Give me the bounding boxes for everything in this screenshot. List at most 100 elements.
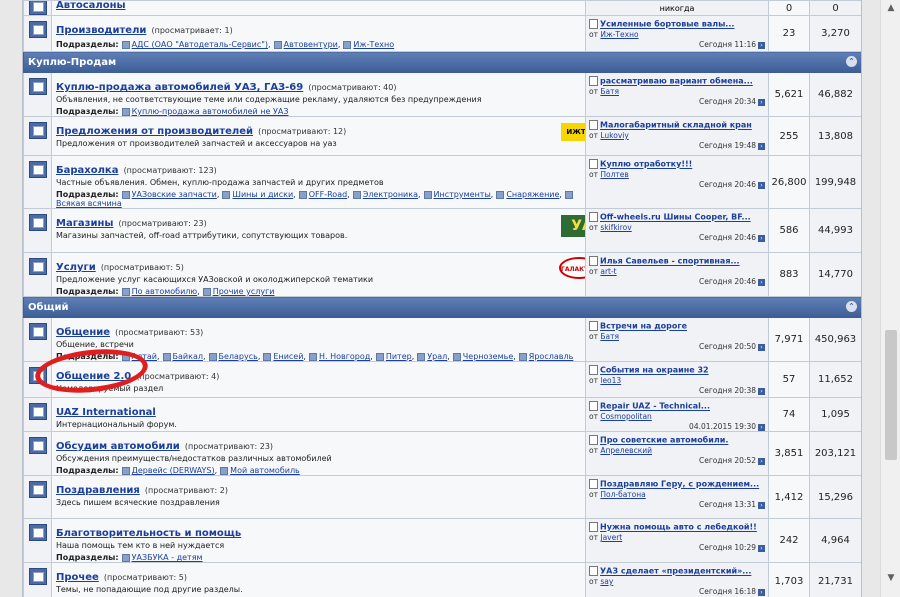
subforum-link[interactable]: УАЗовские запчасти	[132, 190, 217, 199]
last-post-link[interactable]: Усиленные бортовые валы...	[600, 20, 734, 29]
subforum-link[interactable]: Дервейс (DERWAYS)	[132, 466, 215, 475]
forum-title-link[interactable]: Предложения от производителей	[56, 126, 253, 137]
last-post-link[interactable]: Нужна помощь авто с лебедкой!!	[600, 523, 757, 532]
last-post-link[interactable]: Малогабаритный складной кран	[600, 121, 752, 130]
last-post-link[interactable]: Поздравляю Геру, с рождением...	[600, 480, 759, 489]
go-to-post-icon[interactable]: ›	[758, 544, 765, 552]
last-post-author-link[interactable]: leo13	[600, 376, 621, 385]
collapse-icon[interactable]: ⌃	[846, 301, 857, 312]
forum-title-link[interactable]: Прочее	[56, 572, 99, 583]
viewing-count: (просматривают: 40)	[308, 83, 397, 92]
subforum-link[interactable]: По автомобилю	[132, 287, 198, 296]
last-post-link[interactable]: Repair UAZ - Technical...	[600, 402, 710, 411]
last-post-author-link[interactable]: Полтев	[600, 170, 628, 179]
forum-title-link[interactable]: Услуги	[56, 262, 96, 273]
subforum-link[interactable]: Инструменты	[434, 190, 491, 199]
forum-title-link[interactable]: Производители	[56, 25, 146, 36]
subforum-link[interactable]: Всякая всячина	[56, 199, 122, 208]
subforum-link[interactable]: Енисей	[273, 352, 303, 361]
last-post-author-link[interactable]: Апрелевский	[600, 446, 652, 455]
subforum-link[interactable]: Электроника	[363, 190, 418, 199]
last-post-author-link[interactable]: skifkirov	[600, 223, 631, 232]
go-to-post-icon[interactable]: ›	[758, 142, 765, 150]
last-post-author-link[interactable]: say	[600, 577, 613, 586]
forum-title-link[interactable]: Куплю-продажа автомобилей УАЗ, ГАЗ-69	[56, 82, 303, 93]
thread-icon	[589, 19, 598, 29]
go-to-post-icon[interactable]: ›	[758, 234, 765, 242]
forum-title-link[interactable]: Поздравления	[56, 485, 140, 496]
last-post-author-link[interactable]: Пол-батона	[600, 490, 645, 499]
forum-title-link[interactable]: Автосалоны	[56, 2, 582, 12]
forum-title-link[interactable]: UAZ International	[56, 407, 156, 418]
sponsor-logo[interactable]: УАЗ	[561, 215, 585, 237]
threads-count: 586	[779, 225, 799, 236]
last-post-author-link[interactable]: Javert	[600, 533, 622, 542]
subforum-link[interactable]: Куплю-продажа автомобилей не УАЗ	[132, 107, 289, 116]
forum-title-link[interactable]: Магазины	[56, 218, 113, 229]
scrollbar[interactable]: ▲ ▼	[880, 0, 900, 597]
scroll-down-icon[interactable]: ▼	[884, 572, 898, 584]
last-post-link[interactable]: События на окраине 32	[600, 366, 709, 375]
last-post-link[interactable]: Встречи на дороге	[600, 322, 687, 331]
go-to-post-icon[interactable]: ›	[758, 181, 765, 189]
subforum-link[interactable]: Беларусь	[219, 352, 258, 361]
subforum-link[interactable]: АДС (ОАО "Автодеталь-Сервис")	[132, 40, 268, 49]
sponsor-logo[interactable]: ГАЛАКТИК	[559, 257, 585, 279]
sponsor-logo[interactable]: ИЖТЕХНО	[561, 123, 585, 141]
go-to-post-icon[interactable]: ›	[758, 98, 765, 106]
subforum-link[interactable]: Автовентури	[284, 40, 338, 49]
last-post-link[interactable]: Илья Савельев - спортивная...	[600, 257, 740, 266]
thread-icon	[589, 120, 598, 130]
forum-row: Услуги (просматривают: 5) Предложение усл…	[23, 252, 861, 297]
last-post-author-link[interactable]: Батя	[600, 87, 619, 96]
subforum-link[interactable]: Н. Новгород	[319, 352, 370, 361]
subforum-link[interactable]: Мой автомобиль	[230, 466, 300, 475]
last-post-link[interactable]: Off-wheels.ru Шины Cooper, BF...	[600, 213, 751, 222]
subforum-link[interactable]: Алтай	[132, 352, 157, 361]
last-post-link[interactable]: Про советские автомобили.	[600, 436, 728, 445]
last-post-title: События на окраине 32	[589, 365, 765, 375]
last-post-author-link[interactable]: art-t	[600, 267, 616, 276]
go-to-post-icon[interactable]: ›	[758, 278, 765, 286]
forum-title-link[interactable]: Обсудим автомобили	[56, 441, 180, 452]
subforum-link[interactable]: Снаряжение	[506, 190, 559, 199]
category-title[interactable]: Общий	[28, 302, 69, 313]
subforum-link[interactable]: Урал	[427, 352, 447, 361]
last-post-link[interactable]: рассматриваю вариант обмена...	[600, 77, 753, 86]
go-to-post-icon[interactable]: ›	[758, 387, 765, 395]
scroll-thumb[interactable]	[885, 330, 897, 460]
forum-icon	[29, 403, 47, 420]
category-title[interactable]: Куплю-Продам	[28, 57, 116, 68]
scroll-up-icon[interactable]: ▲	[884, 2, 898, 14]
subforum-icon	[423, 190, 432, 199]
viewing-count: (просматривают: 12)	[258, 127, 347, 136]
subforum-link[interactable]: OFF-Road	[309, 190, 347, 199]
subforum-link[interactable]: Прочие услуги	[213, 287, 275, 296]
last-post-author-link[interactable]: Cosmopolitan	[600, 412, 651, 421]
subforum-link[interactable]: Иж-Техно	[353, 40, 394, 49]
posts-count: 46,882	[818, 89, 853, 100]
last-post-link[interactable]: УАЗ сделает «президентский»...	[600, 567, 751, 576]
threads-count: 57	[782, 374, 796, 385]
forum-title-link[interactable]: Благотворительность и помощь	[56, 528, 241, 539]
go-to-post-icon[interactable]: ›	[758, 343, 765, 351]
subforum-link[interactable]: Питер	[386, 352, 412, 361]
forum-title-link[interactable]: Общение 2.0	[56, 371, 131, 382]
go-to-post-icon[interactable]: ›	[758, 41, 765, 49]
forum-title-link[interactable]: Барахолка	[56, 165, 118, 176]
subforum-link[interactable]: Байкал	[173, 352, 203, 361]
go-to-post-icon[interactable]: ›	[758, 457, 765, 465]
collapse-icon[interactable]: ⌃	[846, 56, 857, 67]
forum-title-link[interactable]: Общение	[56, 327, 110, 338]
subforum-link[interactable]: УАЗБУКА - детям	[132, 553, 203, 562]
last-post-author-link[interactable]: Батя	[600, 332, 619, 341]
go-to-post-icon[interactable]: ›	[758, 423, 765, 431]
last-post-author-link[interactable]: Lukoviy	[600, 131, 628, 140]
subforum-link[interactable]: Черноземье	[463, 352, 513, 361]
go-to-post-icon[interactable]: ›	[758, 588, 765, 596]
last-post-author-link[interactable]: Иж-Техно	[600, 30, 638, 39]
subforum-link[interactable]: Шины и диски	[232, 190, 293, 199]
last-post-link[interactable]: Куплю отработку!!!	[600, 160, 692, 169]
subforum-link[interactable]: Ярославль	[529, 352, 574, 361]
go-to-post-icon[interactable]: ›	[758, 501, 765, 509]
